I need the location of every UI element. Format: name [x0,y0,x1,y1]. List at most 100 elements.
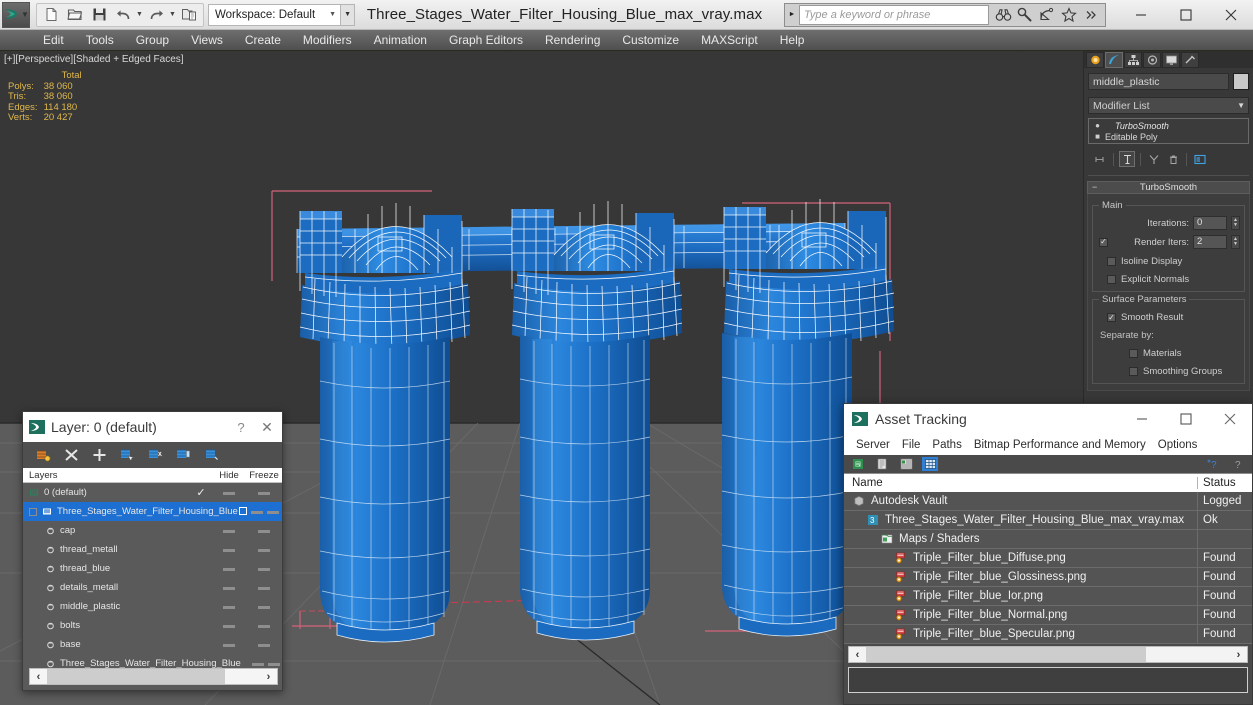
layer-row-0-default[interactable]: 0 (default) ✓ [23,483,282,502]
more-options-icon[interactable] [1081,5,1101,25]
star-icon[interactable] [1059,5,1079,25]
select-objects-in-layer-icon[interactable] [119,447,135,463]
scrollbar-thumb[interactable] [866,647,1146,662]
wrench-icon[interactable] [1015,5,1035,25]
menu-create[interactable]: Create [234,31,292,49]
expand-plus-icon[interactable]: ■ [1092,132,1103,141]
scroll-left-arrow[interactable]: ‹ [30,671,47,683]
layer-row-details-metall[interactable]: details_metall [23,578,282,597]
render-iters-checkbox[interactable] [1099,237,1108,247]
configure-modifier-sets-icon[interactable] [1192,151,1208,167]
hide-toggle[interactable] [212,544,246,555]
detail-view-icon[interactable] [898,457,914,471]
workspace-selector[interactable]: Workspace: Default ▼ [208,3,342,26]
binoculars-icon[interactable] [993,5,1013,25]
highlight-selected-objects-icon[interactable] [175,447,191,463]
menu-rendering[interactable]: Rendering [534,31,611,49]
workspace-chevron-down-icon[interactable]: ▼ [329,11,336,18]
modifier-stack-item-editable-poly[interactable]: ■ Editable Poly [1090,131,1247,142]
smooth-result-checkbox[interactable] [1107,313,1116,322]
undo-dropdown-caret[interactable]: ▼ [135,11,144,18]
redo-icon[interactable] [144,4,168,26]
asset-row-normal[interactable]: Triple_Filter_blue_Normal.png Found [844,605,1252,625]
help-icon[interactable]: ? [1230,457,1246,471]
isoline-display-checkbox[interactable] [1107,257,1116,266]
object-name-field[interactable]: middle_plastic [1088,73,1229,90]
asset-menu-paths[interactable]: Paths [926,439,967,451]
pin-stack-icon[interactable] [1092,151,1108,167]
asset-tracking-dialog[interactable]: Asset Tracking Server File Paths Bitmap … [843,403,1253,705]
modifier-stack-item-turbosmooth[interactable]: ● TurboSmooth [1090,120,1247,131]
layer-dialog[interactable]: Layer: 0 (default) ? ✕ Layers Hide Freez… [22,411,283,691]
layer-dialog-close-button[interactable]: ✕ [252,419,282,436]
display-tab-icon[interactable] [1162,51,1180,68]
layer-row-thread-blue[interactable]: thread_blue [23,559,282,578]
scroll-right-arrow[interactable]: › [260,671,277,683]
hide-toggle[interactable] [212,525,246,536]
logo-dropdown-caret[interactable]: ▼ [21,10,29,19]
asset-menu-bitmap-performance[interactable]: Bitmap Performance and Memory [968,439,1152,451]
new-file-icon[interactable] [39,4,63,26]
asset-menu-options[interactable]: Options [1152,439,1204,451]
separate-smoothing-groups-checkbox[interactable] [1129,367,1138,376]
open-file-icon[interactable] [63,4,87,26]
menu-views[interactable]: Views [180,31,234,49]
delete-layer-icon[interactable] [63,447,79,463]
satellite-icon[interactable] [1037,5,1057,25]
layer-dialog-title-bar[interactable]: Layer: 0 (default) ? ✕ [23,412,282,442]
menu-tools[interactable]: Tools [75,31,125,49]
layer-row-bolts[interactable]: bolts [23,616,282,635]
maximize-button[interactable] [1163,0,1208,30]
close-button[interactable] [1208,0,1253,30]
hide-toggle[interactable] [212,582,246,593]
list-view-icon[interactable] [874,457,890,471]
active-layer-check[interactable]: ✓ [190,486,212,499]
freeze-toggle[interactable] [246,620,282,631]
expand-toggle[interactable] [29,507,37,516]
hide-toggle[interactable] [248,506,264,517]
freeze-toggle[interactable] [246,487,282,498]
viewport-label[interactable]: [+][Perspective][Shaded + Edged Faces] [4,54,184,65]
menu-animation[interactable]: Animation [363,31,438,49]
show-end-result-icon[interactable] [1119,151,1135,167]
lightbulb-icon[interactable]: ● [1092,121,1103,130]
undo-icon[interactable] [111,4,135,26]
layer-row-thread-metall[interactable]: thread_metall [23,540,282,559]
freeze-toggle[interactable] [246,525,282,536]
collapse-icon[interactable]: − [1092,182,1097,192]
scrollbar-thumb[interactable] [47,669,225,684]
help-button[interactable]: ? [230,420,252,435]
hide-unhide-layer-icon[interactable] [203,447,219,463]
max-logo-icon[interactable]: ▼ [2,1,30,28]
hide-toggle[interactable] [212,487,246,498]
freeze-toggle[interactable] [246,582,282,593]
freeze-toggle[interactable] [265,506,282,517]
hide-toggle[interactable] [212,563,246,574]
add-layer-icon[interactable] [91,447,107,463]
scroll-left-arrow[interactable]: ‹ [849,649,866,661]
active-layer-check[interactable] [238,506,249,518]
asset-maximize-button[interactable] [1164,404,1208,434]
asset-row-diffuse[interactable]: Triple_Filter_blue_Diffuse.png Found [844,548,1252,568]
asset-close-button[interactable] [1208,404,1252,434]
asset-row-glossiness[interactable]: Triple_Filter_blue_Glossiness.png Found [844,567,1252,587]
freeze-toggle[interactable] [246,544,282,555]
iterations-spinner[interactable]: ▲ ▼ [1231,216,1240,230]
layer-row-middle-plastic[interactable]: middle_plastic [23,597,282,616]
modifier-stack[interactable]: ● TurboSmooth ■ Editable Poly [1088,118,1249,144]
search-dropdown-caret[interactable]: ► [785,4,799,26]
menu-modifiers[interactable]: Modifiers [292,31,363,49]
asset-row-vault[interactable]: Autodesk Vault Logged [844,491,1252,511]
layer-list[interactable]: 0 (default) ✓ Three_Stages_Water_Filter_… [23,483,282,672]
menu-customize[interactable]: Customize [611,31,690,49]
motion-tab-icon[interactable] [1143,51,1161,68]
utilities-tab-icon[interactable] [1181,51,1199,68]
create-tab-icon[interactable] [1086,51,1104,68]
modifier-list-dropdown[interactable]: Modifier List ▼ [1088,97,1249,114]
object-color-swatch[interactable] [1233,73,1249,90]
layer-horizontal-scrollbar[interactable]: ‹ › [29,668,278,685]
grid-view-icon[interactable] [922,457,938,471]
menu-graph-editors[interactable]: Graph Editors [438,31,534,49]
asset-horizontal-scrollbar[interactable]: ‹ › [848,646,1248,663]
refresh-icon[interactable] [850,457,866,471]
